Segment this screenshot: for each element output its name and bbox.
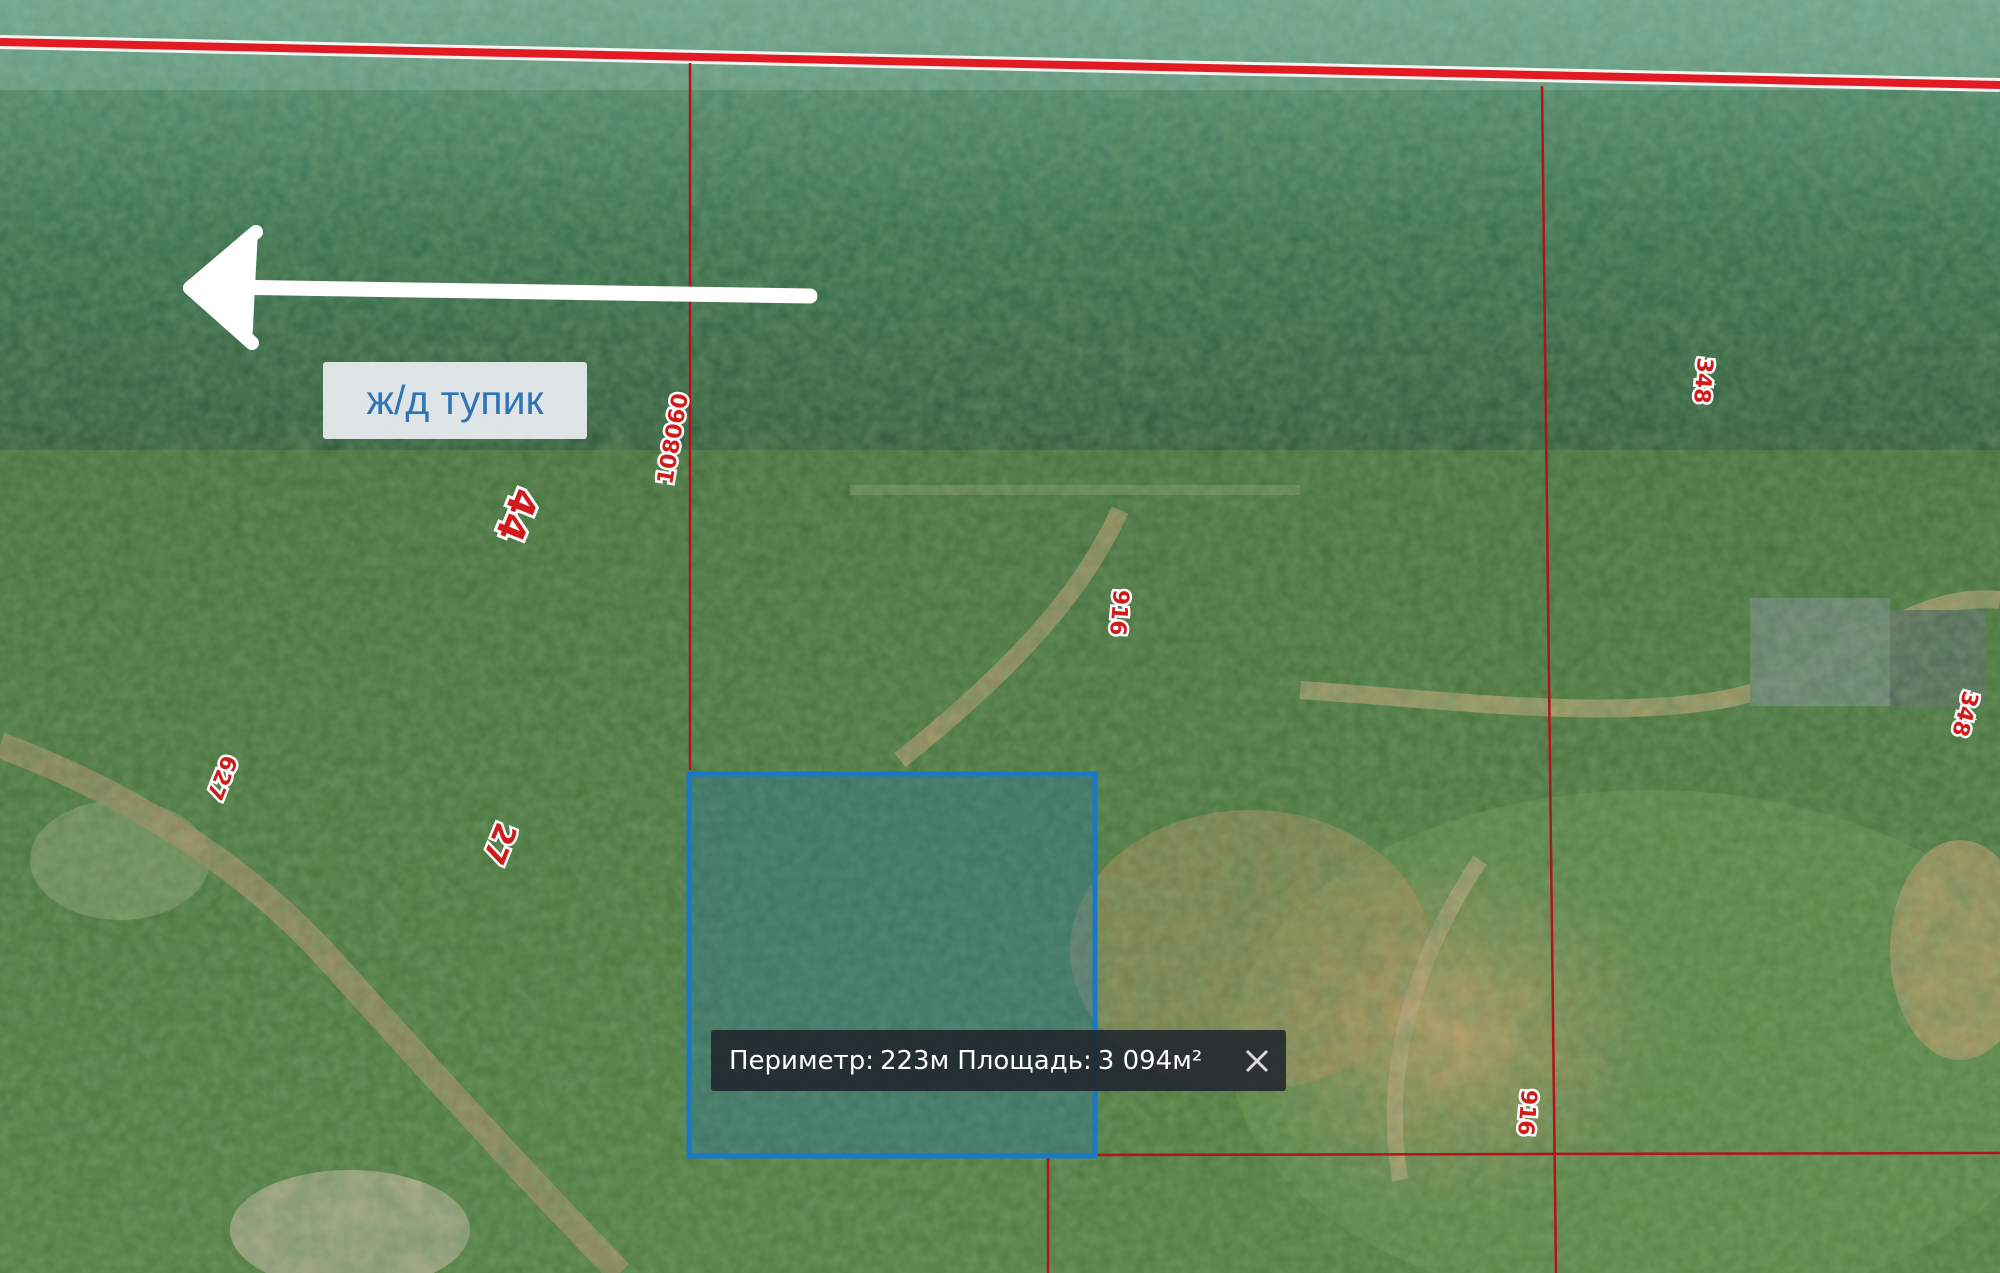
perimeter-label: Периметр:: [729, 1045, 874, 1076]
close-icon[interactable]: [1242, 1046, 1272, 1076]
arrow-left-icon: [183, 225, 818, 350]
annotation-label-text: ж/д тупик: [366, 377, 544, 423]
parcel-boundary: [1540, 85, 1558, 1273]
parcel-number-label: 44: [487, 482, 548, 548]
parcel-number-label: 108060: [653, 391, 694, 486]
perimeter-value: 223м: [879, 1045, 950, 1076]
measurement-tooltip: Периметр: 223м Площадь: 3 094м²: [711, 1030, 1286, 1091]
parcel-number-label: 348: [1688, 357, 1717, 405]
area-label: Площадь:: [957, 1045, 1092, 1076]
selection-rectangle: [686, 771, 1098, 1159]
parcel-number-label: 916: [1512, 1089, 1541, 1137]
parcel-number-label: 627: [201, 751, 241, 803]
map-view[interactable]: 108060 44 627 27 916 348 348 916 ж/д туп…: [0, 0, 2000, 1273]
parcel-number-label: 348: [1946, 688, 1982, 739]
annotation-label: ж/д тупик: [323, 362, 587, 439]
area-value: 3 094м²: [1097, 1045, 1203, 1076]
parcel-boundary: [1091, 1151, 2000, 1157]
parcel-number-label: 916: [1104, 589, 1133, 637]
parcel-number-label: 27: [475, 818, 523, 870]
